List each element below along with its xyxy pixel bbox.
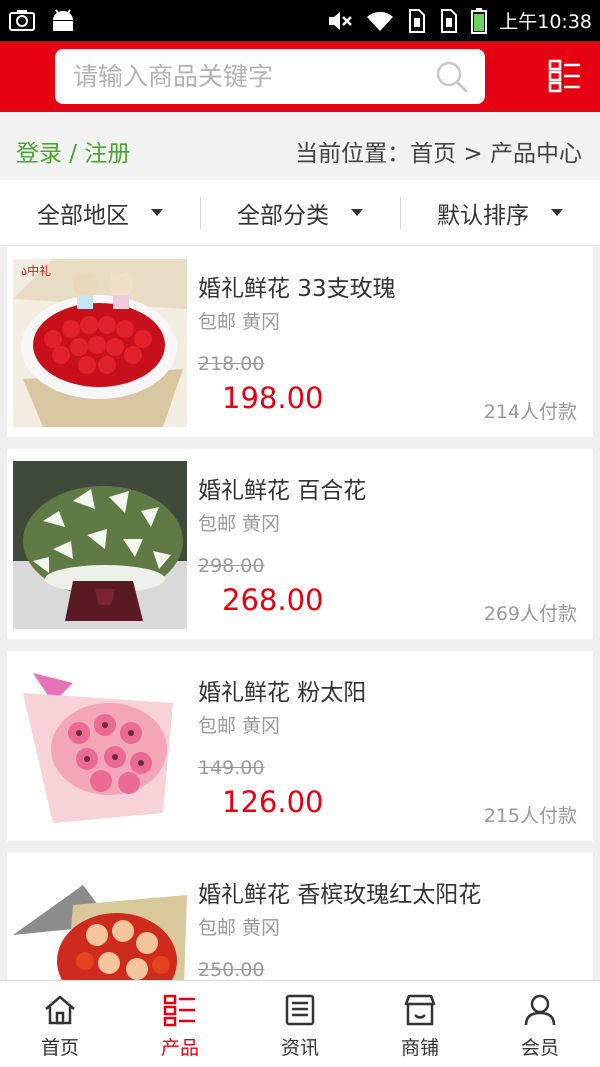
product-meta: 包邮 黄冈	[198, 311, 281, 333]
breadcrumb-bar: 登录 / 注册 当前位置：首页 > 产品中心	[0, 112, 600, 180]
android-icon	[53, 9, 73, 31]
bottom-nav: 首页 产品 资讯 商铺 会员	[0, 980, 600, 1067]
home-icon	[45, 995, 75, 1025]
filter-category-dropdown[interactable]: 全部分类	[200, 180, 400, 245]
filter-sort-dropdown[interactable]: 默认排序	[400, 180, 600, 245]
sale-price: 126.00	[222, 785, 324, 819]
product-title[interactable]: 婚礼鲜花 33支玫瑰	[198, 269, 396, 303]
battery-icon	[471, 7, 488, 34]
nav-home[interactable]: 首页	[0, 981, 120, 1067]
status-time: 上午10:38	[499, 11, 592, 33]
filter-region-dropdown[interactable]: 全部地区	[0, 180, 200, 245]
nav-label: 首页	[40, 1037, 79, 1059]
search-box[interactable]	[55, 49, 485, 104]
original-price: 218.00	[198, 353, 265, 375]
original-price: 298.00	[198, 555, 265, 577]
nav-label: 会员	[520, 1037, 559, 1059]
product-image[interactable]	[13, 663, 187, 831]
nav-shop[interactable]: 商铺	[360, 981, 480, 1067]
product-meta: 包邮 黄冈	[198, 917, 281, 939]
product-title[interactable]: 婚礼鲜花 粉太阳	[198, 673, 366, 707]
breadcrumb: 当前位置：首页 > 产品中心	[295, 141, 582, 167]
sim-card-icon	[441, 8, 458, 33]
sales-count: 215人付款	[483, 805, 577, 827]
member-icon	[524, 994, 556, 1026]
product-image[interactable]	[13, 461, 187, 629]
caret-down-icon	[151, 209, 163, 216]
filter-bar: 全部地区 全部分类 默认排序	[0, 180, 600, 246]
product-card[interactable]: ა中礼 婚礼鲜花 33支玫瑰 包邮 黄冈 218.00 198.00 214人付…	[7, 247, 593, 437]
filter-label: 全部地区	[37, 202, 129, 229]
svg-text:ა中礼: ა中礼	[21, 263, 51, 278]
screenshot-icon	[9, 10, 35, 31]
filter-label: 全部分类	[237, 202, 329, 229]
product-list: ა中礼 婚礼鲜花 33支玫瑰 包邮 黄冈 218.00 198.00 214人付…	[0, 247, 600, 980]
sales-count: 269人付款	[483, 603, 577, 625]
product-card[interactable]: 婚礼鲜花 香槟玫瑰红太阳花 包邮 黄冈 250.00	[7, 853, 593, 980]
product-meta: 包邮 黄冈	[198, 715, 281, 737]
product-meta: 包邮 黄冈	[198, 513, 281, 535]
nav-label: 资讯	[280, 1037, 319, 1059]
sales-count: 214人付款	[483, 401, 577, 423]
search-input[interactable]	[73, 49, 423, 104]
nav-news[interactable]: 资讯	[240, 981, 360, 1067]
news-icon	[285, 994, 315, 1026]
shop-icon	[404, 994, 436, 1026]
search-icon[interactable]	[435, 60, 469, 94]
header	[0, 41, 600, 112]
product-image[interactable]: ა中礼	[13, 259, 187, 427]
login-register-link[interactable]: 登录 / 注册	[16, 134, 130, 168]
mute-icon	[329, 11, 353, 30]
original-price: 250.00	[198, 959, 265, 980]
nav-label: 产品	[160, 1037, 199, 1059]
nav-products[interactable]: 产品	[120, 981, 240, 1067]
sale-price: 268.00	[222, 583, 324, 617]
sim-card-icon	[409, 8, 426, 33]
caret-down-icon	[551, 209, 563, 216]
filter-label: 默认排序	[437, 202, 529, 229]
category-menu-icon[interactable]	[548, 59, 582, 93]
product-image[interactable]	[13, 865, 187, 980]
product-card[interactable]: 婚礼鲜花 粉太阳 包邮 黄冈 149.00 126.00 215人付款	[7, 651, 593, 841]
nav-member[interactable]: 会员	[480, 981, 600, 1067]
sale-price: 198.00	[222, 381, 324, 415]
caret-down-icon	[351, 209, 363, 216]
nav-label: 商铺	[400, 1037, 439, 1059]
product-card[interactable]: 婚礼鲜花 百合花 包邮 黄冈 298.00 268.00 269人付款	[7, 449, 593, 639]
product-title[interactable]: 婚礼鲜花 百合花	[198, 471, 366, 505]
products-icon	[163, 994, 195, 1027]
wifi-icon	[367, 11, 394, 31]
status-bar: 上午10:38	[0, 0, 600, 41]
product-title[interactable]: 婚礼鲜花 香槟玫瑰红太阳花	[198, 875, 481, 909]
original-price: 149.00	[198, 757, 265, 779]
